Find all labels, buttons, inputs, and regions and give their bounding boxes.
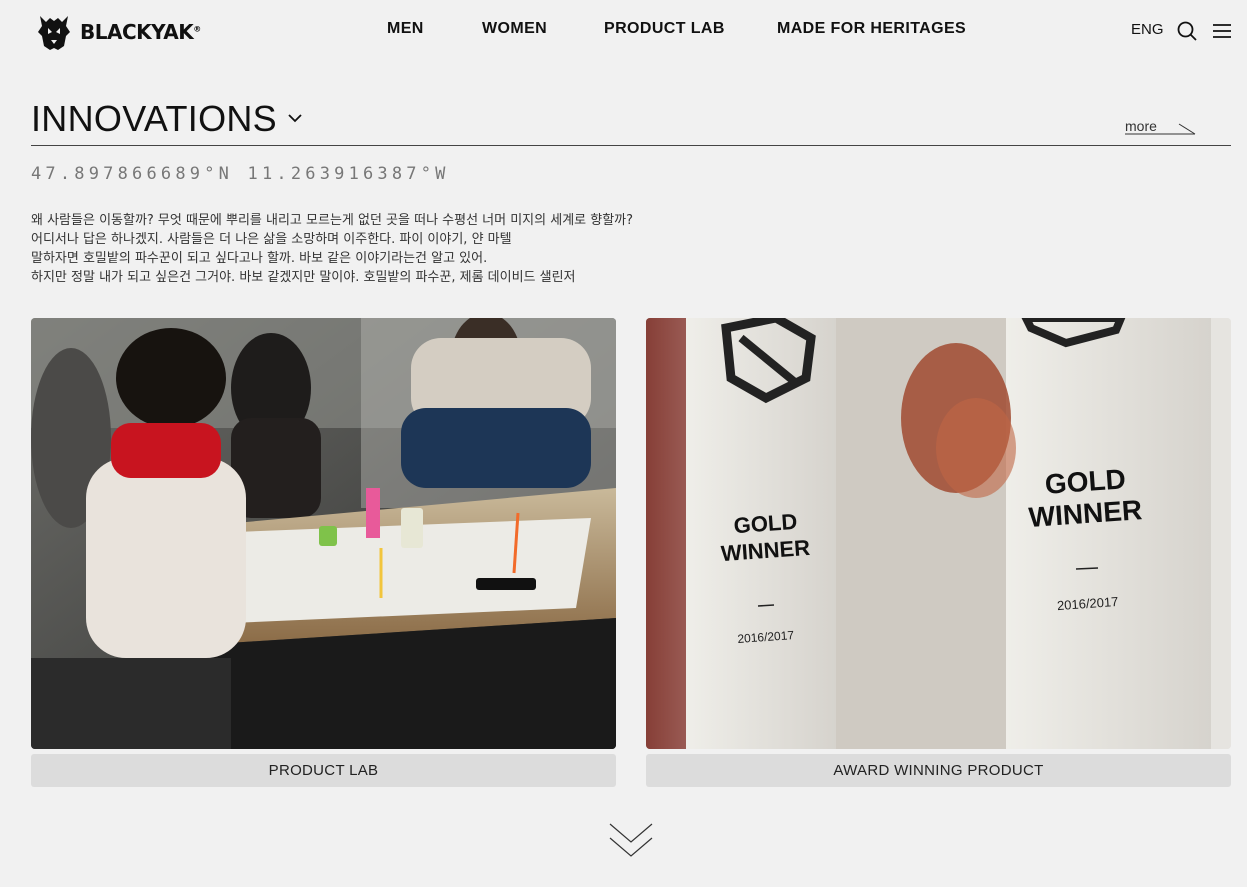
language-selector[interactable]: ENG <box>1131 21 1164 38</box>
description-line: 어디서나 답은 하나겠지. 사람들은 더 나은 삶을 소망하며 이주한다. 파이… <box>31 232 512 247</box>
chevron-down-icon[interactable] <box>287 112 303 124</box>
description-line: 말하자면 호밀밭의 파수꾼이 되고 싶다고나 할까. 바보 같은 이야기라는건 … <box>31 251 488 266</box>
coordinates-text: 47.897866689°N 11.263916387°W <box>31 164 450 184</box>
award-text-gold: GOLD <box>733 509 798 538</box>
nav-item-product-lab[interactable]: PRODUCT LAB <box>604 20 725 38</box>
card-product-lab[interactable]: PRODUCT LAB <box>31 318 616 787</box>
arrow-right-icon <box>1125 123 1196 135</box>
card-award-winning-product[interactable]: GOLD WINNER 2016/2017 GOLD WINNER 2016/2… <box>646 318 1231 787</box>
card-label-product-lab: PRODUCT LAB <box>31 754 616 787</box>
section-header: INNOVATIONS more <box>31 96 1231 146</box>
workshop-photo-illustration <box>31 318 616 749</box>
section-title[interactable]: INNOVATIONS <box>31 98 277 140</box>
site-header: BLACKYAK® MEN WOMEN PRODUCT LAB MADE FOR… <box>0 0 1247 62</box>
section-description: 왜 사람들은 이동할까? 무엇 때문에 뿌리를 내리고 모르는게 없던 곳을 떠… <box>31 211 633 287</box>
nav-item-men[interactable]: MEN <box>387 20 424 38</box>
award-photo: GOLD WINNER 2016/2017 GOLD WINNER 2016/2… <box>646 318 1231 749</box>
more-link[interactable]: more <box>1125 118 1213 138</box>
description-line: 하지만 정말 내가 되고 싶은건 그거야. 바보 같겠지만 말이야. 호밀밭의 … <box>31 270 576 285</box>
search-icon[interactable] <box>1176 20 1198 42</box>
nav-item-made-for-heritages[interactable]: MADE FOR HERITAGES <box>777 20 966 38</box>
main-nav: MEN WOMEN PRODUCT LAB MADE FOR HERITAGES <box>0 20 1247 42</box>
scroll-down-chevron-icon[interactable] <box>608 820 654 860</box>
card-label-award-winning-product: AWARD WINNING PRODUCT <box>646 754 1231 787</box>
nav-item-women[interactable]: WOMEN <box>482 20 547 38</box>
description-line: 왜 사람들은 이동할까? 무엇 때문에 뿌리를 내리고 모르는게 없던 곳을 떠… <box>31 213 634 228</box>
award-text-gold: GOLD <box>1044 463 1127 500</box>
award-trophy-illustration: GOLD WINNER 2016/2017 GOLD WINNER 2016/2… <box>646 318 1231 749</box>
product-lab-photo <box>31 318 616 749</box>
hamburger-menu-icon[interactable] <box>1212 20 1232 42</box>
